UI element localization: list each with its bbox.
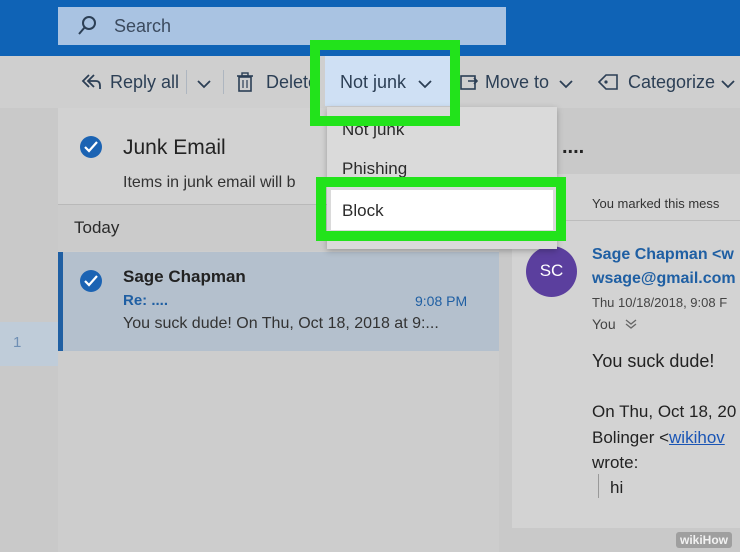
subject: Re: .... bbox=[123, 292, 169, 309]
move-to-button[interactable]: Move to bbox=[485, 72, 549, 93]
body-line: wrote: bbox=[592, 453, 639, 472]
expand-chevron-icon[interactable] bbox=[624, 317, 638, 335]
body-link[interactable]: wikihov bbox=[669, 428, 725, 447]
from-email[interactable]: wsage@gmail.com bbox=[592, 270, 736, 288]
avatar-initials: SC bbox=[539, 261, 564, 280]
reading-subject-dots: .... bbox=[562, 136, 585, 158]
sender-name: Sage Chapman bbox=[123, 267, 246, 286]
list-item[interactable]: Sage Chapman Re: .... 9:08 PM You suck d… bbox=[58, 252, 499, 351]
rail-counter[interactable]: 1 bbox=[0, 322, 58, 366]
avatar[interactable]: SC bbox=[526, 246, 577, 297]
reply-all-icon[interactable] bbox=[80, 72, 102, 94]
highlight-box bbox=[316, 177, 566, 241]
received-time: 9:08 PM bbox=[415, 293, 468, 309]
sent-date: Thu 10/18/2018, 9:08 F bbox=[592, 295, 728, 310]
quote-bar bbox=[598, 474, 599, 498]
search-icon bbox=[76, 15, 98, 42]
chevron-down-icon[interactable] bbox=[720, 74, 736, 95]
quoted-text: hi bbox=[610, 478, 624, 497]
group-label: Today bbox=[74, 218, 120, 237]
message-preview: You suck dude! On Thu, Oct 18, 2018 at 9… bbox=[123, 315, 439, 332]
watermark: wikiHow bbox=[675, 532, 732, 548]
tag-icon[interactable] bbox=[597, 72, 619, 93]
rail-count: 1 bbox=[13, 334, 22, 351]
selection-indicator bbox=[58, 252, 63, 351]
from-name[interactable]: Sage Chapman <w bbox=[592, 246, 734, 264]
body-line: On Thu, Oct 18, 20 bbox=[592, 402, 737, 421]
toolbar-separator bbox=[186, 70, 187, 94]
toolbar-separator bbox=[223, 70, 224, 94]
check-circle-icon[interactable] bbox=[80, 270, 102, 292]
body-line: You suck dude! bbox=[592, 351, 715, 371]
reply-all-button[interactable]: Reply all bbox=[110, 72, 179, 93]
junk-banner: You marked this mess bbox=[592, 196, 720, 211]
chevron-down-icon[interactable] bbox=[558, 74, 574, 95]
categorize-button[interactable]: Categorize bbox=[628, 72, 715, 93]
body-text: Bolinger < bbox=[592, 428, 670, 447]
trash-icon[interactable] bbox=[236, 72, 254, 94]
highlight-box bbox=[310, 40, 460, 126]
folder-subtitle: Items in junk email will b bbox=[123, 174, 296, 191]
search-placeholder: Search bbox=[114, 16, 172, 36]
body-line: Bolinger <wikihov bbox=[592, 428, 725, 448]
check-circle-icon[interactable] bbox=[80, 136, 102, 158]
folder-title: Junk Email bbox=[123, 136, 226, 159]
menu-item-phishing[interactable]: Phishing bbox=[342, 159, 407, 179]
recipient[interactable]: You bbox=[592, 316, 616, 332]
chevron-down-icon[interactable] bbox=[196, 74, 212, 95]
move-to-icon[interactable] bbox=[460, 72, 479, 93]
